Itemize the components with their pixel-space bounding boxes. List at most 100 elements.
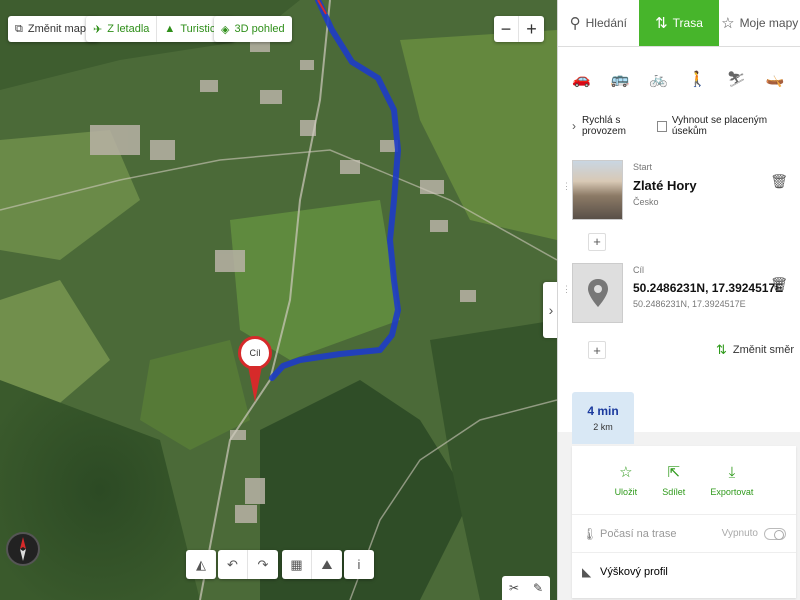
tab-search-label: Hledání (585, 16, 628, 30)
swap-arrows-icon: ⇅ (715, 342, 727, 357)
weather-row[interactable]: 🌡 Počasí na trase Vypnuto (572, 514, 796, 552)
tilt-controls: ◭ (186, 550, 216, 579)
star-icon: ☆ (721, 15, 735, 32)
rotate-left-icon[interactable]: ↶ (218, 550, 248, 579)
add-waypoint-row: + (558, 227, 800, 256)
boat-icon[interactable]: 🛶 (766, 70, 785, 88)
route-options: › Rychlá s provozem Vyhnout se placeným … (558, 111, 800, 141)
waypoint-type: Start (633, 162, 653, 172)
plane-icon: ✈ (93, 23, 103, 36)
change-map-label: Změnit mapu (27, 23, 93, 35)
start-photo (572, 160, 623, 220)
tilt-icon[interactable]: ◭ (186, 550, 216, 579)
bus-icon[interactable]: 🚌 (611, 70, 630, 88)
view-aerial-button[interactable]: ✈ Z letadla (86, 16, 158, 42)
car-icon[interactable]: 🚗 (572, 70, 591, 88)
weather-label: Počasí na trase (600, 527, 677, 540)
save-label: Uložit (614, 487, 638, 497)
download-icon: ⤓ (728, 463, 736, 481)
location-pin-icon (587, 279, 608, 307)
trash-icon[interactable]: 🗑 (770, 276, 788, 293)
checkbox-box (656, 120, 667, 132)
compass-icon[interactable] (6, 532, 40, 566)
divider (558, 141, 800, 153)
add-waypoint-button[interactable]: + (588, 232, 606, 251)
view-3d-button[interactable]: ◈ 3D pohled (214, 16, 292, 42)
info-button[interactable]: i (344, 550, 374, 579)
route-actions: ☆ Uložit ⇱ Sdílet ⤓ Exportovat 🌡 Počasí … (572, 446, 796, 598)
ski-icon[interactable]: ⛷ (727, 70, 746, 88)
route-distance: 2 km (593, 422, 613, 432)
map-view-switcher: ✈ Z letadla ▲ Turistická (86, 16, 234, 42)
waypoint-destination[interactable]: ⋮⋮ Cíl 50.2486231N, 17.3924517E 50.24862… (558, 256, 800, 330)
route-type-label: Rychlá s provozem (582, 115, 626, 137)
route-variant-card[interactable]: 4 min 2 km (572, 392, 634, 444)
waypoint-sub: Česko (633, 197, 659, 207)
zoom-in-button[interactable]: + (519, 16, 544, 42)
layers-icon: ⧉ (15, 22, 23, 35)
side-panel: ⚲ Hledání ⇅ Trasa ☆ Moje mapy 🚗 🚌 🚲 🚶 ⛷ … (557, 0, 800, 600)
trash-icon[interactable]: 🗑 (770, 173, 788, 190)
collapse-panel-button[interactable]: › (543, 282, 557, 338)
chevron-right-icon: › (548, 302, 554, 318)
measure-icon[interactable]: ✂ (502, 576, 526, 600)
road-icon[interactable]: ⛰ (312, 550, 342, 579)
zoom-out-button[interactable]: − (494, 16, 519, 42)
share-icon: ⇱ (667, 464, 681, 481)
tab-route-label: Trasa (672, 16, 703, 30)
bike-icon[interactable]: 🚲 (649, 70, 668, 88)
rotate-controls: ↶ ↷ (218, 550, 278, 579)
export-button[interactable]: ⤓ Exportovat (710, 464, 753, 497)
map-view[interactable]: ⧉ Změnit mapu ✈ Z letadla ▲ Turistická ◈… (0, 0, 557, 600)
destination-pin-label: Cíl (238, 336, 272, 370)
waypoint-type: Cíl (633, 265, 644, 275)
walk-icon[interactable]: 🚶 (688, 70, 707, 88)
avoid-toll-checkbox[interactable]: Vyhnout se placeným úsekům (656, 115, 790, 137)
info-controls: i (344, 550, 374, 579)
transport-modes: 🚗 🚌 🚲 🚶 ⛷ 🛶 × (558, 47, 800, 111)
tab-my-maps[interactable]: ☆ Moje mapy (719, 0, 800, 46)
grid-icon[interactable]: ▦ (282, 550, 312, 579)
tab-search[interactable]: ⚲ Hledání (558, 0, 639, 46)
route-summary: 4 min 2 km (558, 370, 800, 444)
reverse-direction-label: Změnit směr (732, 344, 794, 356)
route-time: 4 min (587, 404, 619, 418)
mountain-icon: ▲ (164, 23, 176, 35)
waypoint-name: Zlaté Hory (633, 178, 697, 193)
elevation-label: Výškový profil (600, 565, 668, 578)
destination-placeholder (572, 263, 623, 323)
reverse-row: + ⇅ Změnit směr (558, 330, 800, 370)
panel-tabs: ⚲ Hledání ⇅ Trasa ☆ Moje mapy (558, 0, 800, 47)
view-controls: ▦ ⛰ (282, 550, 342, 579)
weather-toggle[interactable] (764, 527, 786, 540)
aerial-map-imagery (0, 0, 557, 600)
route-icon: ⇅ (655, 15, 668, 32)
cube-icon: ◈ (221, 23, 230, 36)
waypoint-sub: 50.2486231N, 17.3924517E (633, 299, 746, 309)
pencil-icon[interactable]: ✎ (526, 576, 550, 600)
pin-stem (248, 366, 262, 402)
weather-state: Vypnuto (721, 528, 758, 539)
save-button[interactable]: ☆ Uložit (615, 463, 638, 497)
rotate-right-icon[interactable]: ↷ (248, 550, 278, 579)
avoid-toll-label: Vyhnout se placeným úsekům (671, 115, 768, 137)
reverse-direction-button[interactable]: ⇅ Změnit směr (716, 342, 794, 358)
route-type-select[interactable]: › Rychlá s provozem (572, 115, 657, 137)
add-waypoint-button[interactable]: + (588, 341, 606, 359)
search-icon: ⚲ (569, 15, 581, 32)
star-icon: ☆ (619, 464, 633, 481)
share-button[interactable]: ⇱ Sdílet (662, 463, 685, 497)
waypoint-name: 50.2486231N, 17.3924517E (633, 281, 784, 295)
view-3d-label: 3D pohled (234, 23, 285, 35)
destination-pin[interactable]: Cíl (238, 336, 272, 408)
thermometer-icon: 🌡 (582, 526, 598, 541)
tab-route[interactable]: ⇅ Trasa (638, 0, 720, 46)
chevron-right-icon: › (572, 119, 576, 133)
tab-my-maps-label: Moje mapy (739, 16, 799, 30)
export-label: Exportovat (710, 486, 754, 497)
map-tools: ✂ ✎ (502, 576, 550, 600)
elevation-row[interactable]: ◣ Výškový profil (572, 552, 796, 590)
elevation-icon: ◣ (582, 564, 592, 579)
zoom-controls: − + (494, 16, 544, 42)
waypoint-start[interactable]: ⋮⋮ Start Zlaté Hory Česko 🗑 (558, 153, 800, 227)
